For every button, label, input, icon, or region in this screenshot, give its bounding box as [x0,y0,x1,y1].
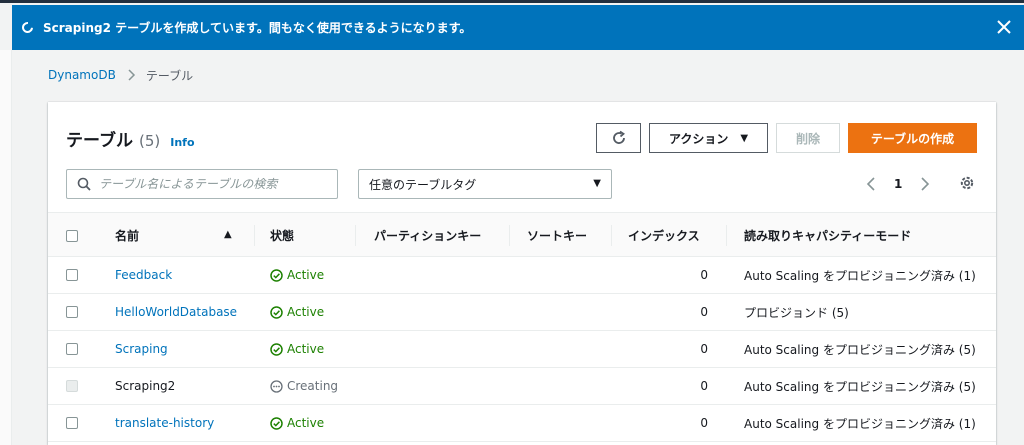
create-table-button[interactable]: テーブルの作成 [848,123,977,153]
search-icon [77,177,91,191]
capacity-mode: Auto Scaling をプロビジョニング済み (1) [744,268,976,283]
header-select-all[interactable] [66,213,78,258]
panel-title: テーブル [66,131,133,151]
check-circle-icon [270,305,283,319]
delete-label: 削除 [795,131,820,146]
table-name-link[interactable]: Scraping [115,342,168,356]
status-text: Creating [287,379,339,393]
select-all-checkbox[interactable] [66,229,78,242]
index-count: 0 [700,268,708,282]
row-checkbox [66,380,78,392]
check-circle-icon [270,342,283,356]
pagination: 1 [864,174,932,194]
chevron-right-icon [128,69,135,81]
row-checkbox[interactable] [66,269,78,281]
row-checkbox[interactable] [66,306,78,318]
status-badge: Active [270,305,324,319]
actions-button[interactable]: アクション ▼ [649,123,768,153]
table-name-link[interactable]: translate-history [115,416,214,430]
loading-spinner-icon [19,19,36,36]
table-row: HelloWorldDatabase Active 0 プロビジョンド (5) [48,294,996,331]
column-header-capacity-mode[interactable]: 読み取りキャパシティーモード [744,213,911,258]
status-text: Active [287,268,325,282]
table-row: Scraping2 Creating 0 Auto Scaling をプロビジョ… [48,368,996,405]
table-name-link[interactable]: HelloWorldDatabase [115,305,237,319]
table-name-link[interactable]: Feedback [115,268,172,282]
capacity-mode: プロビジョンド (5) [744,305,849,320]
breadcrumb-current: テーブル [145,68,194,83]
table-row: Feedback Active 0 Auto Scaling をプロビジョニング… [48,257,996,294]
row-checkbox[interactable] [66,343,78,355]
index-count: 0 [700,379,708,393]
flash-message: Scraping2 テーブルを作成しています。間もなく使用できるようになります。 [43,21,472,35]
column-header-sort-key[interactable]: ソートキー [527,213,587,258]
column-divider [611,225,612,246]
close-icon[interactable] [994,16,1014,38]
caret-down-icon: ▼ [740,132,749,144]
status-text: Active [287,416,325,430]
gear-icon[interactable] [958,174,976,192]
tag-select-value: 任意のテーブルタグ [369,177,477,192]
column-header-status[interactable]: 状態 [270,213,294,258]
refresh-icon [612,130,625,144]
info-link[interactable]: Info [170,136,194,149]
status-text: Active [287,305,325,319]
column-divider [355,225,356,246]
table-header: 名前 ▲ 状態 パーティションキー ソートキー インデックス 読み取りキャパシテ… [48,212,996,257]
table-row: Scraping Active 0 Auto Scaling をプロビジョニング… [48,331,996,368]
status-badge: Active [270,416,324,430]
table-name: Scraping2 [115,379,176,393]
flash-banner: Scraping2 テーブルを作成しています。間もなく使用できるようになります。 [12,5,1024,50]
column-header-indexes[interactable]: インデックス [628,213,700,258]
sort-ascending-icon[interactable]: ▲ [224,229,232,240]
column-header-partition-key[interactable]: パーティションキー [374,213,481,258]
column-divider [254,225,255,246]
pending-icon [270,379,283,393]
capacity-mode: Auto Scaling をプロビジョニング済み (5) [744,379,976,394]
refresh-button[interactable] [596,123,641,153]
side-nav-collapsed [0,50,12,445]
breadcrumb: DynamoDB テーブル [48,67,193,83]
status-badge: Creating [270,379,338,393]
status-text: Active [287,342,325,356]
row-checkbox[interactable] [66,417,78,429]
page-title: テーブル (5) Info [66,126,195,151]
tables-panel: テーブル (5) Info アクション ▼ 削除 テーブルの作成 任意のテーブル… [48,102,996,445]
column-divider [726,225,727,246]
table-row: translate-history Active 0 Auto Scaling … [48,405,996,442]
delete-button[interactable]: 削除 [776,123,840,153]
index-count: 0 [700,342,708,356]
check-circle-icon [270,416,283,430]
page-number[interactable]: 1 [894,177,902,191]
breadcrumb-dynamodb[interactable]: DynamoDB [48,68,116,82]
chevron-right-icon[interactable] [918,176,932,192]
search-input[interactable] [99,177,329,191]
column-divider [509,225,510,246]
search-box[interactable] [66,169,338,199]
create-label: テーブルの作成 [870,131,955,146]
table-count: (5) [138,132,161,150]
status-badge: Active [270,342,324,356]
index-count: 0 [700,305,708,319]
index-count: 0 [700,416,708,430]
status-badge: Active [270,268,324,282]
actions-label: アクション [668,131,729,146]
column-header-name[interactable]: 名前 [115,213,139,258]
caret-down-icon: ▼ [593,178,601,189]
chevron-left-icon[interactable] [864,176,878,192]
top-nav-bar [0,0,1024,3]
capacity-mode: Auto Scaling をプロビジョニング済み (1) [744,416,976,431]
check-circle-icon [270,268,283,282]
table-tag-select[interactable]: 任意のテーブルタグ ▼ [358,169,612,199]
capacity-mode: Auto Scaling をプロビジョニング済み (5) [744,342,976,357]
